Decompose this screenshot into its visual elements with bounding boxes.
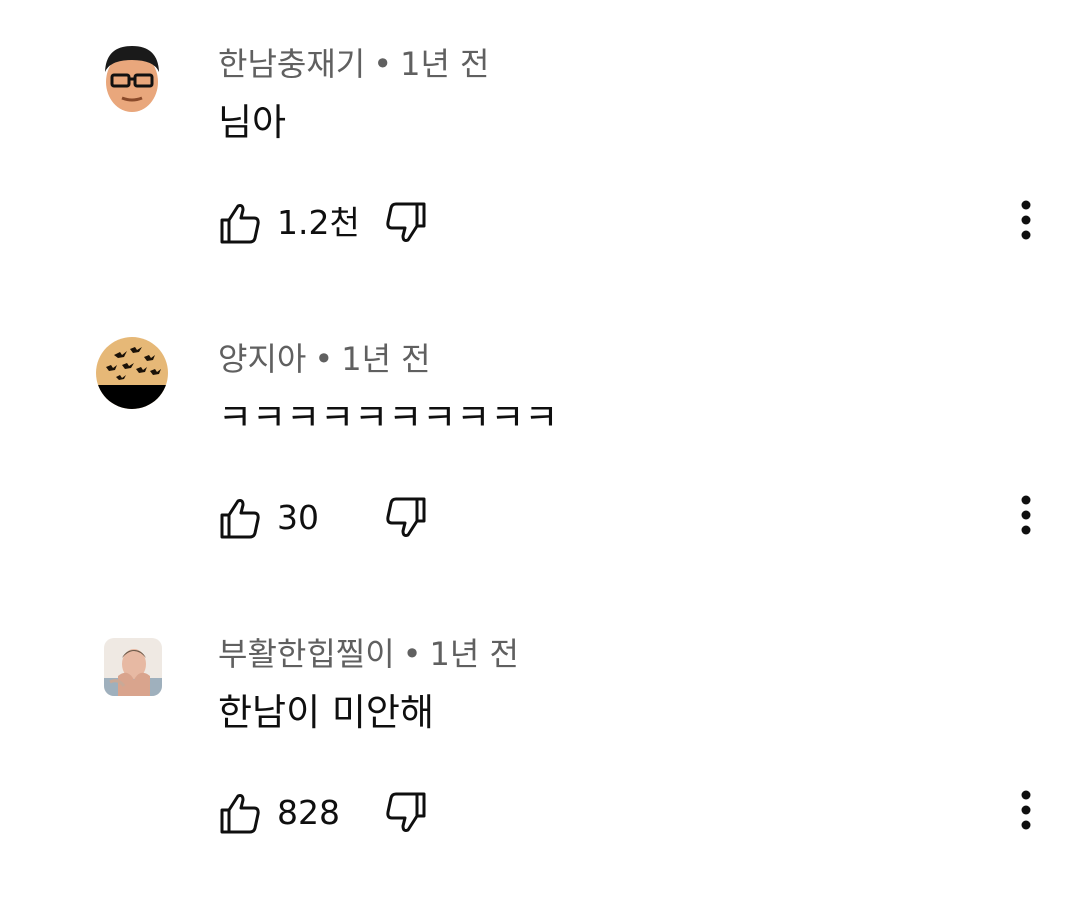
comment-time[interactable]: 1년 전 (341, 340, 430, 378)
thumbs-down-icon (386, 792, 426, 832)
person-photo-avatar-icon (104, 638, 162, 696)
comment-time[interactable]: 1년 전 (400, 45, 489, 83)
like-button[interactable] (214, 788, 264, 838)
more-options-button[interactable] (1006, 487, 1046, 547)
meta-separator: • (314, 340, 334, 378)
man-glasses-avatar-icon (96, 42, 168, 114)
comment-item: 한남충재기 • 1년 전 님아 1.2천 (0, 42, 1080, 322)
comment-meta: 한남충재기 • 1년 전 (218, 42, 490, 86)
dislike-button[interactable] (382, 493, 432, 543)
comment-text: 한남이 미안해 (218, 691, 435, 734)
more-vert-icon (1021, 790, 1031, 830)
thumbs-up-icon (220, 499, 260, 539)
more-vert-icon (1021, 200, 1031, 240)
more-options-button[interactable] (1006, 782, 1046, 842)
like-button[interactable] (214, 198, 264, 248)
comment-actions: 828 (0, 782, 1080, 842)
comment-text: 님아 (218, 101, 287, 144)
like-count: 30 (277, 498, 319, 537)
avatar[interactable] (104, 638, 162, 696)
meta-separator: • (373, 45, 393, 83)
avatar[interactable] (96, 42, 168, 114)
comment-text: ㅋㅋㅋㅋㅋㅋㅋㅋㅋㅋ (218, 396, 559, 439)
thumbs-up-icon (220, 204, 260, 244)
comment-meta: 부활한힙찔이 • 1년 전 (218, 632, 519, 676)
comment-actions: 30 (0, 487, 1080, 547)
more-options-button[interactable] (1006, 192, 1046, 252)
comment-item: 양지아 • 1년 전 ㅋㅋㅋㅋㅋㅋㅋㅋㅋㅋ 30 (0, 337, 1080, 617)
birds-sunset-avatar-icon (96, 337, 168, 409)
more-vert-icon (1021, 495, 1031, 535)
comment-time[interactable]: 1년 전 (430, 635, 519, 673)
comment-author[interactable]: 양지아 (218, 340, 306, 378)
thumbs-up-icon (220, 794, 260, 834)
avatar[interactable] (96, 337, 168, 409)
like-count: 1.2천 (277, 203, 360, 242)
dislike-button[interactable] (382, 788, 432, 838)
like-button[interactable] (214, 493, 264, 543)
thumbs-down-icon (386, 497, 426, 537)
thumbs-down-icon (386, 202, 426, 242)
comment-item: 부활한힙찔이 • 1년 전 한남이 미안해 828 (0, 632, 1080, 912)
dislike-button[interactable] (382, 198, 432, 248)
comment-meta: 양지아 • 1년 전 (218, 337, 431, 381)
like-count: 828 (277, 793, 340, 832)
meta-separator: • (402, 635, 422, 673)
comment-actions: 1.2천 (0, 192, 1080, 252)
comment-author[interactable]: 부활한힙찔이 (218, 635, 395, 673)
comment-author[interactable]: 한남충재기 (218, 45, 365, 83)
